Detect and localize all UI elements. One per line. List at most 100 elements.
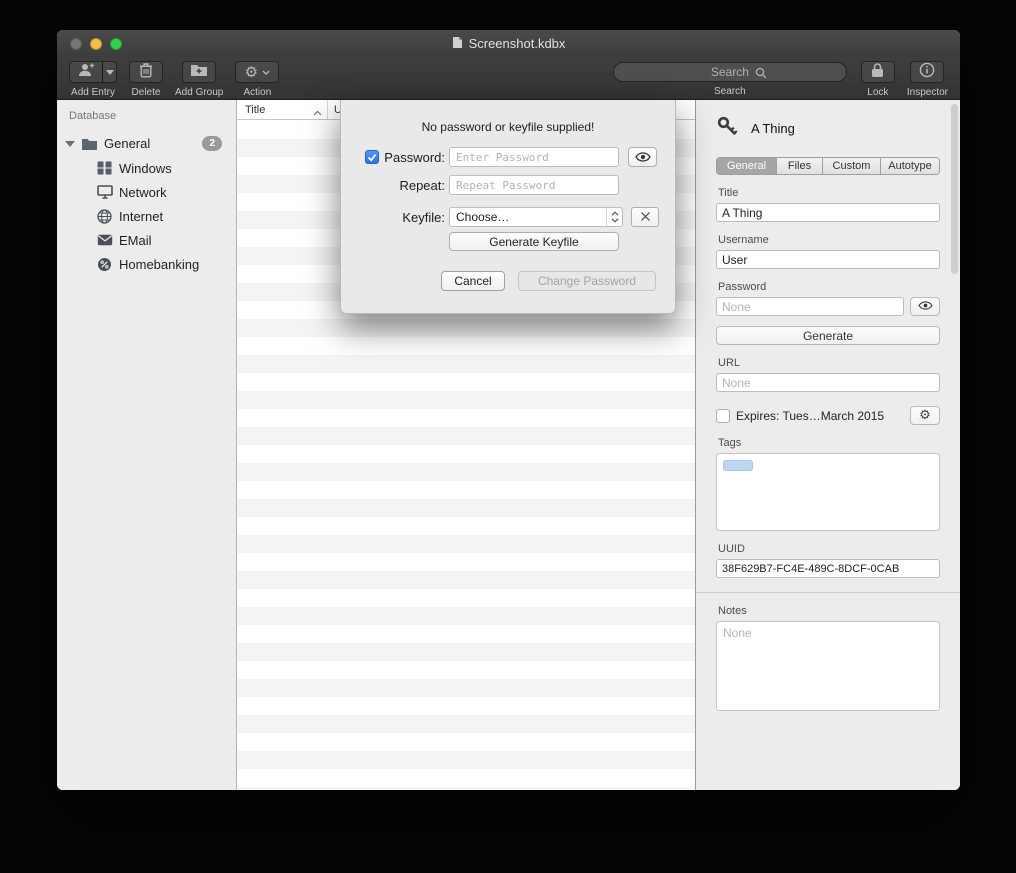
sidebar-item-label: Homebanking bbox=[119, 257, 199, 272]
expires-checkbox[interactable] bbox=[716, 409, 730, 423]
entry-title: A Thing bbox=[751, 121, 795, 136]
password-checkbox[interactable] bbox=[365, 150, 379, 164]
close-x-icon bbox=[640, 210, 651, 225]
inspector-label: Inspector bbox=[907, 87, 948, 98]
search-caption: Search bbox=[714, 86, 746, 97]
password-label: Password bbox=[718, 281, 940, 293]
windows-icon bbox=[95, 161, 114, 175]
add-entry-menu-button[interactable] bbox=[102, 61, 117, 83]
sidebar-item-windows[interactable]: Windows bbox=[57, 156, 236, 180]
delete-button[interactable] bbox=[129, 61, 163, 83]
add-group-toolbar-item: Add Group bbox=[175, 61, 223, 98]
chevron-down-icon bbox=[262, 70, 270, 75]
lock-label: Lock bbox=[867, 87, 888, 98]
tag-token[interactable] bbox=[723, 460, 753, 471]
sidebar: Database General 2 Windows Network bbox=[57, 100, 237, 790]
percent-coin-icon bbox=[95, 257, 114, 272]
lock-button[interactable] bbox=[861, 61, 895, 83]
generate-password-button[interactable]: Generate bbox=[716, 326, 940, 345]
expires-settings-button[interactable]: ⚙ bbox=[910, 406, 940, 425]
reveal-password-button[interactable] bbox=[910, 297, 940, 316]
url-field[interactable] bbox=[716, 373, 940, 392]
action-button[interactable]: ⚙ bbox=[235, 61, 279, 83]
eye-icon bbox=[635, 150, 651, 165]
entry-count-badge: 2 bbox=[202, 136, 222, 151]
dialog-message: No password or keyfile supplied! bbox=[341, 120, 675, 134]
url-label: URL bbox=[718, 357, 940, 369]
action-toolbar-item: ⚙ Action bbox=[235, 61, 279, 98]
minimize-button[interactable] bbox=[90, 38, 102, 50]
tags-field[interactable] bbox=[716, 453, 940, 531]
notes-label: Notes bbox=[718, 605, 940, 617]
keyfile-selected-value: Choose… bbox=[450, 210, 606, 224]
sidebar-item-internet[interactable]: Internet bbox=[57, 204, 236, 228]
keyfile-dropdown[interactable]: Choose… bbox=[449, 207, 623, 227]
stepper-arrows-icon bbox=[606, 208, 622, 226]
username-field[interactable] bbox=[716, 250, 940, 269]
close-button[interactable] bbox=[70, 38, 82, 50]
zoom-button[interactable] bbox=[110, 38, 122, 50]
divider bbox=[696, 592, 960, 593]
reveal-password-button[interactable] bbox=[628, 147, 657, 167]
add-entry-toolbar-item: Add Entry bbox=[69, 61, 117, 98]
app-window: Screenshot.kdbx Add Entry bbox=[57, 30, 960, 790]
eye-icon bbox=[918, 301, 933, 313]
title-field[interactable] bbox=[716, 203, 940, 222]
sidebar-item-label: EMail bbox=[119, 233, 152, 248]
delete-label: Delete bbox=[132, 87, 161, 98]
add-entry-button[interactable] bbox=[69, 61, 103, 83]
search-input[interactable] bbox=[613, 62, 847, 82]
sidebar-section-header: Database bbox=[57, 110, 236, 122]
disclosure-triangle-icon[interactable] bbox=[65, 141, 75, 147]
document-icon bbox=[452, 36, 463, 52]
chevron-down-icon bbox=[106, 70, 114, 75]
password-field[interactable] bbox=[716, 297, 904, 316]
repeat-password-field[interactable] bbox=[449, 175, 619, 195]
notes-field[interactable]: None bbox=[716, 621, 940, 711]
inspector-scrollbar[interactable] bbox=[951, 104, 958, 786]
column-header-title[interactable]: Title bbox=[237, 100, 328, 119]
toolbar: Add Entry Delete Add Group bbox=[57, 57, 960, 100]
tab-custom[interactable]: Custom bbox=[823, 158, 881, 174]
lock-toolbar-item: Lock bbox=[861, 61, 895, 98]
search-toolbar-item: Search bbox=[613, 61, 847, 97]
sidebar-item-label: Network bbox=[119, 185, 167, 200]
sidebar-item-label: Windows bbox=[119, 161, 172, 176]
uuid-label: UUID bbox=[718, 543, 940, 555]
add-group-button[interactable] bbox=[182, 61, 216, 83]
sidebar-item-email[interactable]: EMail bbox=[57, 228, 236, 252]
delete-toolbar-item: Delete bbox=[129, 61, 163, 98]
traffic-lights bbox=[70, 38, 122, 50]
info-icon bbox=[919, 62, 935, 83]
sidebar-group-general[interactable]: General 2 bbox=[57, 131, 236, 156]
keyfile-label: Keyfile: bbox=[402, 210, 445, 225]
scrollbar-thumb[interactable] bbox=[951, 104, 958, 274]
change-password-sheet: No password or keyfile supplied! Passwor… bbox=[340, 100, 676, 314]
add-entry-label: Add Entry bbox=[71, 87, 115, 98]
password-label: Password: bbox=[384, 150, 445, 165]
tab-files[interactable]: Files bbox=[777, 158, 823, 174]
change-password-button[interactable]: Change Password bbox=[518, 271, 656, 291]
tab-autotype[interactable]: Autotype bbox=[881, 158, 939, 174]
folder-plus-icon bbox=[190, 63, 208, 82]
notes-placeholder: None bbox=[723, 626, 752, 640]
sidebar-item-network[interactable]: Network bbox=[57, 180, 236, 204]
envelope-icon bbox=[95, 234, 114, 246]
enter-password-field[interactable] bbox=[449, 147, 619, 167]
clear-keyfile-button[interactable] bbox=[631, 207, 659, 227]
username-label: Username bbox=[718, 234, 940, 246]
globe-icon bbox=[95, 209, 114, 224]
inspector-button[interactable] bbox=[910, 61, 944, 83]
inspector-tabs: General Files Custom Autotype bbox=[716, 157, 940, 175]
tab-general[interactable]: General bbox=[717, 158, 777, 174]
add-group-label: Add Group bbox=[175, 87, 223, 98]
action-label: Action bbox=[243, 87, 271, 98]
generate-keyfile-button[interactable]: Generate Keyfile bbox=[449, 232, 619, 251]
gear-icon: ⚙ bbox=[919, 409, 931, 422]
title-label: Title bbox=[718, 187, 940, 199]
inspector-toolbar-item: Inspector bbox=[907, 61, 948, 98]
cancel-button[interactable]: Cancel bbox=[441, 271, 505, 291]
uuid-field[interactable] bbox=[716, 559, 940, 578]
sidebar-item-homebanking[interactable]: Homebanking bbox=[57, 252, 236, 276]
inspector-panel: A Thing General Files Custom Autotype Ti… bbox=[695, 100, 960, 790]
